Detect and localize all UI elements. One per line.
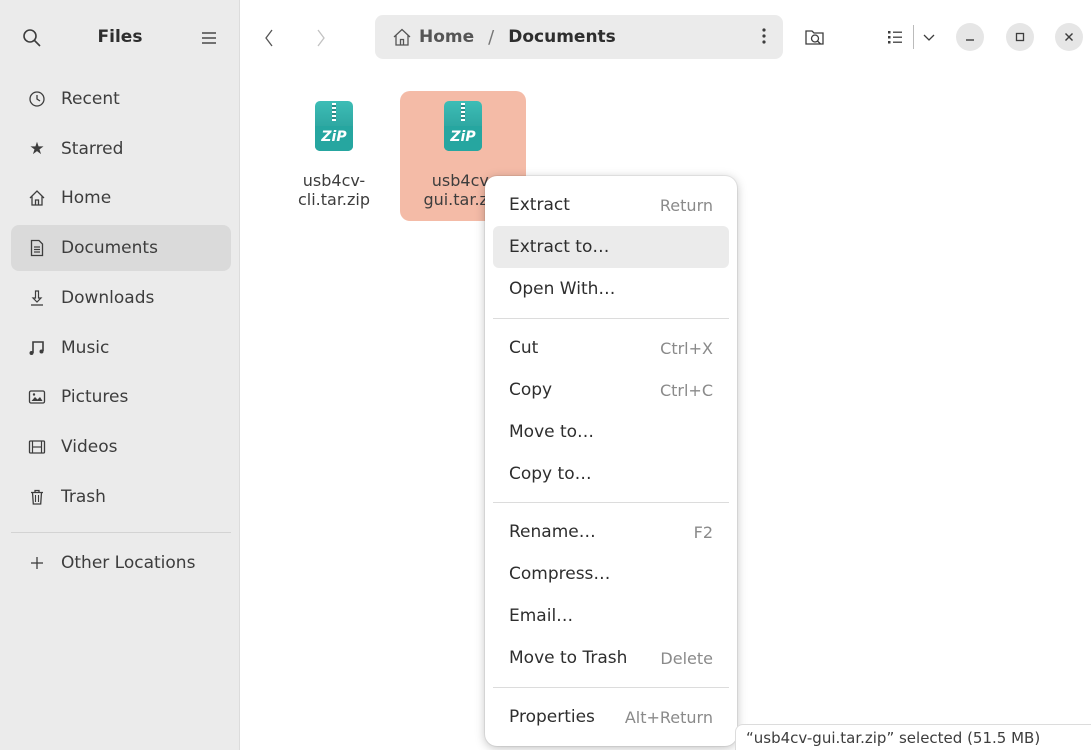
home-icon	[27, 188, 47, 208]
sidebar-item-starred[interactable]: ★ Starred	[11, 126, 231, 172]
breadcrumb-separator: /	[488, 26, 495, 48]
menu-item-label: Compress…	[509, 564, 611, 584]
menu-item-shortcut: Delete	[660, 648, 713, 668]
zip-file-icon: ZiP	[315, 101, 353, 151]
breadcrumb-current[interactable]: Documents	[508, 27, 616, 47]
menu-item-compress[interactable]: Compress…	[493, 553, 729, 595]
menu-item-properties[interactable]: Properties Alt+Return	[493, 696, 729, 738]
clock-icon	[27, 89, 47, 109]
picture-icon	[27, 387, 47, 407]
hamburger-menu-icon[interactable]	[200, 28, 218, 48]
view-mode-button[interactable]	[876, 25, 944, 49]
back-button[interactable]	[258, 26, 280, 50]
trash-icon	[27, 487, 47, 507]
menu-item-shortcut: Ctrl+X	[660, 338, 713, 358]
view-divider	[912, 25, 914, 49]
maximize-icon	[1015, 32, 1025, 42]
film-icon	[27, 437, 47, 457]
menu-item-label: Extract	[509, 195, 570, 215]
sidebar-item-music[interactable]: Music	[11, 325, 231, 371]
sidebar-item-label: Pictures	[61, 387, 129, 407]
menu-item-extract[interactable]: Extract Return	[493, 184, 729, 226]
menu-item-copy[interactable]: Copy Ctrl+C	[493, 369, 729, 411]
menu-item-rename[interactable]: Rename… F2	[493, 511, 729, 553]
sidebar-item-label: Trash	[61, 487, 106, 507]
more-vertical-icon[interactable]	[761, 25, 767, 47]
document-icon	[27, 238, 47, 258]
menu-item-label: Copy	[509, 380, 553, 400]
menu-item-label: Cut	[509, 338, 539, 358]
menu-item-label: Email…	[509, 606, 574, 626]
sidebar-item-downloads[interactable]: Downloads	[11, 275, 231, 321]
context-menu: Extract Return Extract to… Open With… Cu…	[485, 176, 737, 746]
music-icon	[27, 338, 47, 358]
sidebar-divider	[11, 532, 231, 533]
sidebar-item-label: Downloads	[61, 288, 155, 308]
plus-icon	[27, 553, 47, 573]
sidebar-item-label: Recent	[61, 89, 120, 109]
file-item[interactable]: ZiP usb4cv-cli.tar.zip	[271, 91, 397, 221]
download-icon	[27, 288, 47, 308]
minimize-button[interactable]	[956, 23, 984, 51]
menu-item-label: Move to Trash	[509, 648, 628, 668]
menu-item-label: Move to…	[509, 422, 595, 442]
sidebar-item-label: Documents	[61, 238, 158, 258]
sidebar-item-recent[interactable]: Recent	[11, 76, 231, 122]
file-name: usb4cv-cli.tar.zip	[297, 171, 371, 209]
sidebar-item-label: Videos	[61, 437, 118, 457]
home-icon	[393, 28, 411, 46]
menu-item-label: Properties	[509, 707, 595, 727]
zip-file-icon: ZiP	[444, 101, 482, 151]
sidebar-item-label: Other Locations	[61, 553, 196, 573]
status-bar: “usb4cv-gui.tar.zip” selected (51.5 MB)	[735, 724, 1091, 750]
chevron-right-icon	[317, 29, 325, 47]
breadcrumb-home[interactable]: Home	[419, 27, 474, 47]
sidebar-header: Files	[0, 0, 239, 75]
menu-item-move-to[interactable]: Move to…	[493, 411, 729, 453]
menu-item-shortcut: F2	[693, 522, 713, 542]
list-view-icon	[887, 31, 902, 44]
sidebar-item-pictures[interactable]: Pictures	[11, 374, 231, 420]
menu-item-label: Open With…	[509, 279, 616, 299]
sidebar-item-label: Home	[61, 188, 112, 208]
close-icon	[1065, 33, 1073, 41]
menu-item-extract-to[interactable]: Extract to…	[493, 226, 729, 268]
menu-item-move-to-trash[interactable]: Move to Trash Delete	[493, 637, 729, 679]
sidebar-item-other-locations[interactable]: Other Locations	[11, 540, 231, 586]
sidebar-item-documents[interactable]: Documents	[11, 225, 231, 271]
menu-item-cut[interactable]: Cut Ctrl+X	[493, 327, 729, 369]
forward-button[interactable]	[310, 26, 332, 50]
menu-item-shortcut: Alt+Return	[624, 707, 713, 727]
sidebar-item-home[interactable]: Home	[11, 175, 231, 221]
sidebar-item-trash[interactable]: Trash	[11, 474, 231, 520]
menu-item-shortcut: Ctrl+C	[659, 380, 713, 400]
star-icon: ★	[29, 139, 45, 159]
menu-item-shortcut: Return	[659, 195, 713, 215]
menu-separator	[493, 687, 729, 688]
folder-search-icon	[805, 30, 824, 45]
location-bar[interactable]: Home / Documents	[375, 15, 783, 59]
chevron-left-icon	[265, 29, 273, 47]
minimize-icon	[966, 39, 974, 41]
menu-item-label: Rename…	[509, 522, 596, 542]
chevron-down-icon[interactable]	[922, 31, 936, 43]
sidebar-item-label: Starred	[61, 139, 124, 159]
menu-item-email[interactable]: Email…	[493, 595, 729, 637]
menu-separator	[493, 318, 729, 319]
menu-separator	[493, 502, 729, 503]
sidebar: Files Recent ★ Starred Home Documents Do…	[0, 0, 240, 750]
sidebar-item-label: Music	[61, 338, 110, 358]
menu-item-copy-to[interactable]: Copy to…	[493, 453, 729, 495]
menu-item-label: Extract to…	[509, 237, 610, 257]
sidebar-item-videos[interactable]: Videos	[11, 424, 231, 470]
menu-item-label: Copy to…	[509, 464, 592, 484]
maximize-button[interactable]	[1006, 23, 1034, 51]
menu-item-open-with[interactable]: Open With…	[493, 268, 729, 310]
search-folder-button[interactable]	[803, 26, 827, 48]
close-button[interactable]	[1055, 23, 1083, 51]
